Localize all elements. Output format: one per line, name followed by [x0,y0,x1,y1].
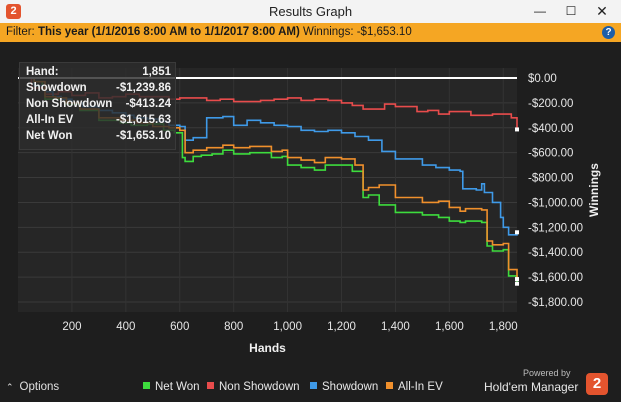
help-icon[interactable]: ? [602,26,615,39]
minimize-icon[interactable]: — [525,0,555,23]
legend-swatch-showdown [310,382,317,389]
winnings-value: -$1,653.10 [356,26,412,38]
series-end-marker-showdown [515,230,519,235]
tooltip-row-non-showdown: Non Showdown -$413.24 [26,98,171,110]
y-axis-label: Winnings [587,163,601,217]
legend-swatch-non-showdown [207,382,214,389]
legend-swatch-all-in-ev [386,382,393,389]
y-tick-label: -$400.00 [528,123,573,135]
x-axis-label: Hands [249,341,286,355]
x-tick-label: 1,600 [435,321,464,333]
x-tick-label: 1,200 [327,321,356,333]
options-button[interactable]: ⌃ Options [6,381,59,397]
y-tick-label: -$1,400.00 [528,247,583,259]
y-tick-label: $0.00 [528,73,557,85]
legend-item-non-showdown[interactable]: Non Showdown [207,381,300,395]
legend-swatch-net-won [143,382,150,389]
y-tick-label: -$1,000.00 [528,197,583,209]
y-tick-label: -$1,800.00 [528,297,583,309]
x-tick-label: 400 [116,321,135,333]
y-tick-label: -$800.00 [528,173,573,185]
x-tick-label: 600 [170,321,189,333]
chevron-up-icon: ⌃ [6,382,14,392]
brand-name: Hold'em Manager [484,380,579,394]
powered-by-label: Powered by [523,368,571,378]
options-label: Options [19,381,60,393]
x-tick-label: 1,400 [381,321,410,333]
filter-label: Filter: [6,26,35,38]
maximize-icon[interactable]: ☐ [556,0,586,23]
x-tick-label: 1,000 [273,321,302,333]
y-tick-label: -$1,200.00 [528,222,583,234]
y-tick-label: -$1,600.00 [528,272,583,284]
hover-tooltip: Hand: 1,851 Showdown -$1,239.86 Non Showdo… [19,62,176,150]
title-bar: 2 Results Graph — ☐ ✕ [0,0,621,24]
legend-item-all-in-ev[interactable]: All-In EV [386,381,443,395]
tooltip-row-showdown: Showdown -$1,239.86 [26,82,171,94]
x-tick-label: 800 [224,321,243,333]
legend-item-net-won[interactable]: Net Won [143,381,200,395]
y-tick-label: -$600.00 [528,148,573,160]
close-icon[interactable]: ✕ [587,0,617,23]
series-end-marker-non-showdown [515,127,519,132]
winnings-label: Winnings: [303,26,354,38]
series-end-marker-all-in-ev [515,277,519,282]
brand-logo-icon: 2 [586,373,608,395]
y-tick-label: -$200.00 [528,98,573,110]
x-tick-label: 1,800 [489,321,518,333]
series-end-marker-net-won [515,281,519,286]
legend-item-showdown[interactable]: Showdown [310,381,378,395]
tooltip-row-hand: Hand: 1,851 [26,66,171,78]
filter-range: This year (1/1/2016 8:00 AM to 1/1/2017 … [37,26,300,38]
tooltip-row-all-in-ev: All-In EV -$1,615.63 [26,114,171,126]
tooltip-row-net-won: Net Won -$1,653.10 [26,130,171,142]
x-tick-label: 200 [62,321,81,333]
filter-bar[interactable]: Filter: This year (1/1/2016 8:00 AM to 1… [0,23,621,42]
